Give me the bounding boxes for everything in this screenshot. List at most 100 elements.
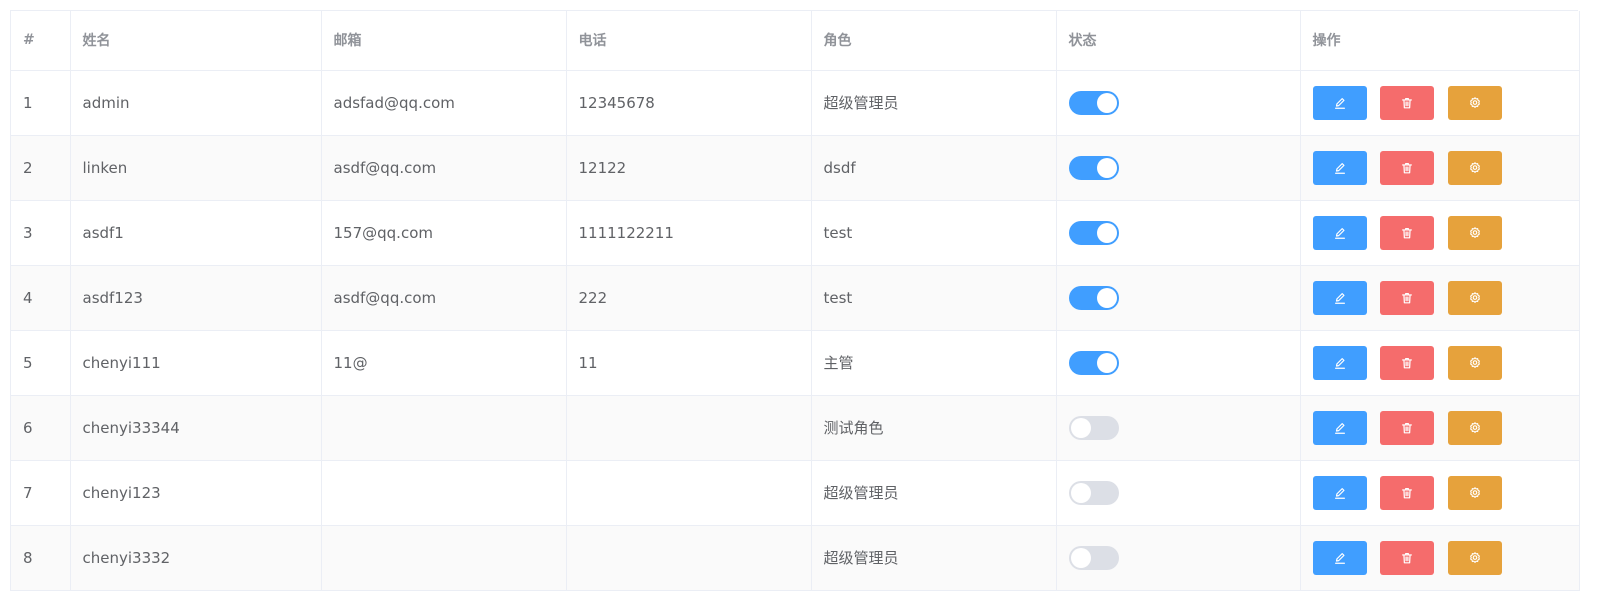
cell-email <box>321 525 567 591</box>
header-index: # <box>11 11 71 71</box>
cell-email: 157@qq.com <box>321 200 567 266</box>
setting-button[interactable] <box>1448 410 1503 445</box>
setting-icon <box>1470 486 1481 498</box>
cell-role: test <box>811 200 1057 266</box>
setting-button[interactable] <box>1448 280 1503 315</box>
edit-button[interactable] <box>1312 410 1367 445</box>
user-table: # 姓名 邮箱 电话 角色 状态 操作 1 admin adsfad@qq.co… <box>11 11 1580 591</box>
cell-name: linken <box>70 135 322 201</box>
cell-status <box>1056 460 1301 526</box>
delete-button[interactable] <box>1380 410 1435 445</box>
switch-knob <box>1096 92 1117 113</box>
cell-name: chenyi3332 <box>70 525 322 591</box>
delete-button[interactable] <box>1380 150 1435 185</box>
cell-role: dsdf <box>811 135 1057 201</box>
header-actions: 操作 <box>1300 11 1580 71</box>
cell-phone <box>566 525 812 591</box>
setting-button[interactable] <box>1448 150 1503 185</box>
header-role: 角色 <box>811 11 1057 71</box>
setting-button[interactable] <box>1448 540 1503 575</box>
table-body: 1 admin adsfad@qq.com 12345678 超级管理员 2 l… <box>11 70 1580 591</box>
cell-index: 5 <box>11 330 71 396</box>
edit-button[interactable] <box>1312 150 1367 185</box>
cell-phone <box>566 460 812 526</box>
user-table-container: # 姓名 邮箱 电话 角色 状态 操作 1 admin adsfad@qq.co… <box>10 10 1580 591</box>
cell-status <box>1056 525 1301 591</box>
setting-button[interactable] <box>1448 475 1503 510</box>
cell-status <box>1056 265 1301 331</box>
cell-name: asdf1 <box>70 200 322 266</box>
switch-knob <box>1070 547 1091 568</box>
cell-actions <box>1300 135 1580 201</box>
cell-actions <box>1300 200 1580 266</box>
delete-button[interactable] <box>1380 345 1435 380</box>
status-switch[interactable] <box>1068 155 1119 180</box>
cell-name: chenyi123 <box>70 460 322 526</box>
edit-button[interactable] <box>1312 345 1367 380</box>
cell-phone: 12345678 <box>566 70 812 136</box>
status-switch[interactable] <box>1068 285 1119 310</box>
cell-index: 8 <box>11 525 71 591</box>
cell-index: 3 <box>11 200 71 266</box>
cell-role: 超级管理员 <box>811 70 1057 136</box>
cell-name: admin <box>70 70 322 136</box>
table-row: 8 chenyi3332 超级管理员 <box>11 525 1580 591</box>
edit-button[interactable] <box>1312 475 1367 510</box>
cell-role: 主管 <box>811 330 1057 396</box>
cell-phone <box>566 395 812 461</box>
status-switch[interactable] <box>1068 545 1119 570</box>
status-switch[interactable] <box>1068 350 1119 375</box>
delete-button[interactable] <box>1380 540 1435 575</box>
status-switch[interactable] <box>1068 220 1119 245</box>
edit-button[interactable] <box>1312 540 1367 575</box>
delete-icon <box>1402 487 1413 498</box>
edit-button[interactable] <box>1312 280 1367 315</box>
cell-actions <box>1300 330 1580 396</box>
delete-button[interactable] <box>1380 475 1435 510</box>
cell-email: adsfad@qq.com <box>321 70 567 136</box>
switch-knob <box>1070 417 1091 438</box>
switch-knob <box>1096 352 1117 373</box>
edit-button[interactable] <box>1312 85 1367 120</box>
cell-email: asdf@qq.com <box>321 265 567 331</box>
header-row: # 姓名 邮箱 电话 角色 状态 操作 <box>11 11 1580 71</box>
cell-status <box>1056 135 1301 201</box>
cell-phone: 12122 <box>566 135 812 201</box>
setting-icon <box>1470 551 1481 563</box>
switch-knob <box>1096 287 1117 308</box>
edit-icon <box>1334 162 1345 174</box>
cell-status <box>1056 330 1301 396</box>
switch-knob <box>1070 482 1091 503</box>
status-switch[interactable] <box>1068 415 1119 440</box>
cell-index: 1 <box>11 70 71 136</box>
delete-button[interactable] <box>1380 215 1435 250</box>
header-email: 邮箱 <box>321 11 567 71</box>
status-switch[interactable] <box>1068 90 1119 115</box>
cell-name: chenyi33344 <box>70 395 322 461</box>
setting-icon <box>1470 421 1481 433</box>
edit-icon <box>1334 227 1345 239</box>
cell-status <box>1056 70 1301 136</box>
delete-icon <box>1402 552 1413 563</box>
edit-icon <box>1334 97 1345 109</box>
cell-index: 2 <box>11 135 71 201</box>
setting-icon <box>1470 291 1481 303</box>
table-row: 3 asdf1 157@qq.com 1111122211 test <box>11 200 1580 266</box>
edit-button[interactable] <box>1312 215 1367 250</box>
cell-name: asdf123 <box>70 265 322 331</box>
switch-knob <box>1096 157 1117 178</box>
edit-icon <box>1334 552 1345 564</box>
setting-button[interactable] <box>1448 85 1503 120</box>
setting-button[interactable] <box>1448 345 1503 380</box>
table-header: # 姓名 邮箱 电话 角色 状态 操作 <box>11 11 1580 71</box>
delete-icon <box>1402 227 1413 238</box>
setting-icon <box>1470 161 1481 173</box>
delete-button[interactable] <box>1380 280 1435 315</box>
cell-phone: 11 <box>566 330 812 396</box>
cell-phone: 222 <box>566 265 812 331</box>
status-switch[interactable] <box>1068 480 1119 505</box>
setting-button[interactable] <box>1448 215 1503 250</box>
delete-button[interactable] <box>1380 85 1435 120</box>
cell-role: test <box>811 265 1057 331</box>
edit-icon <box>1334 357 1345 369</box>
